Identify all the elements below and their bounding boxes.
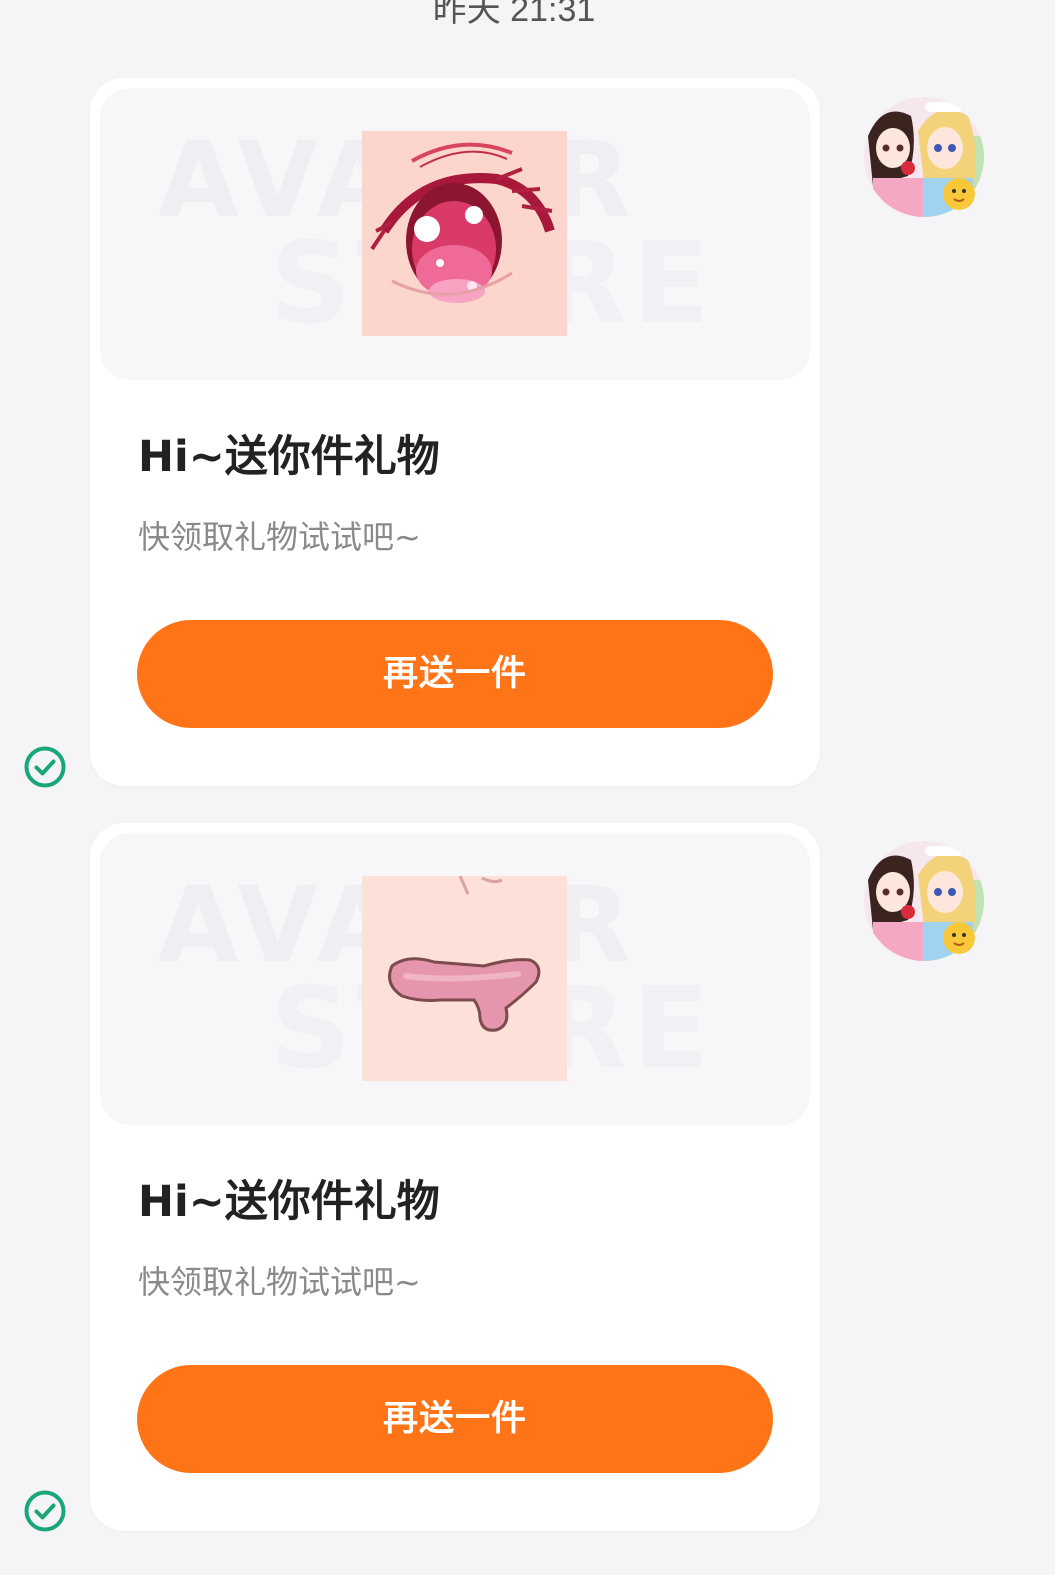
gift-subtitle: 快领取礼物试试吧~ <box>138 518 421 556</box>
gift-title: Hi~送你件礼物 <box>138 1177 440 1227</box>
anime-eye-icon[interactable] <box>362 131 567 336</box>
gift-message-card[interactable]: AVATAR STORE Hi~送你件礼物 快领取礼物试试吧 <box>90 78 820 786</box>
gift-banner: AVATAR STORE <box>100 833 810 1125</box>
chat-timestamp: 昨天 21:31 <box>432 0 596 29</box>
gift-subtitle: 快领取礼物试试吧~ <box>138 1263 421 1301</box>
gift-banner: AVATAR STORE <box>100 88 810 380</box>
gift-title: Hi~送你件礼物 <box>138 432 440 482</box>
send-another-button[interactable]: 再送一件 <box>137 620 773 728</box>
sender-avatar[interactable] <box>863 840 985 962</box>
check-circle-icon <box>23 745 67 789</box>
check-circle-icon <box>23 1489 67 1533</box>
sender-avatar[interactable] <box>863 96 985 218</box>
gift-message-card[interactable]: AVATAR STORE Hi~送你件礼物 快领取礼物试试吧~ 再送一件 <box>90 823 820 1531</box>
anime-mouth-icon[interactable] <box>362 876 567 1081</box>
send-another-button[interactable]: 再送一件 <box>137 1365 773 1473</box>
